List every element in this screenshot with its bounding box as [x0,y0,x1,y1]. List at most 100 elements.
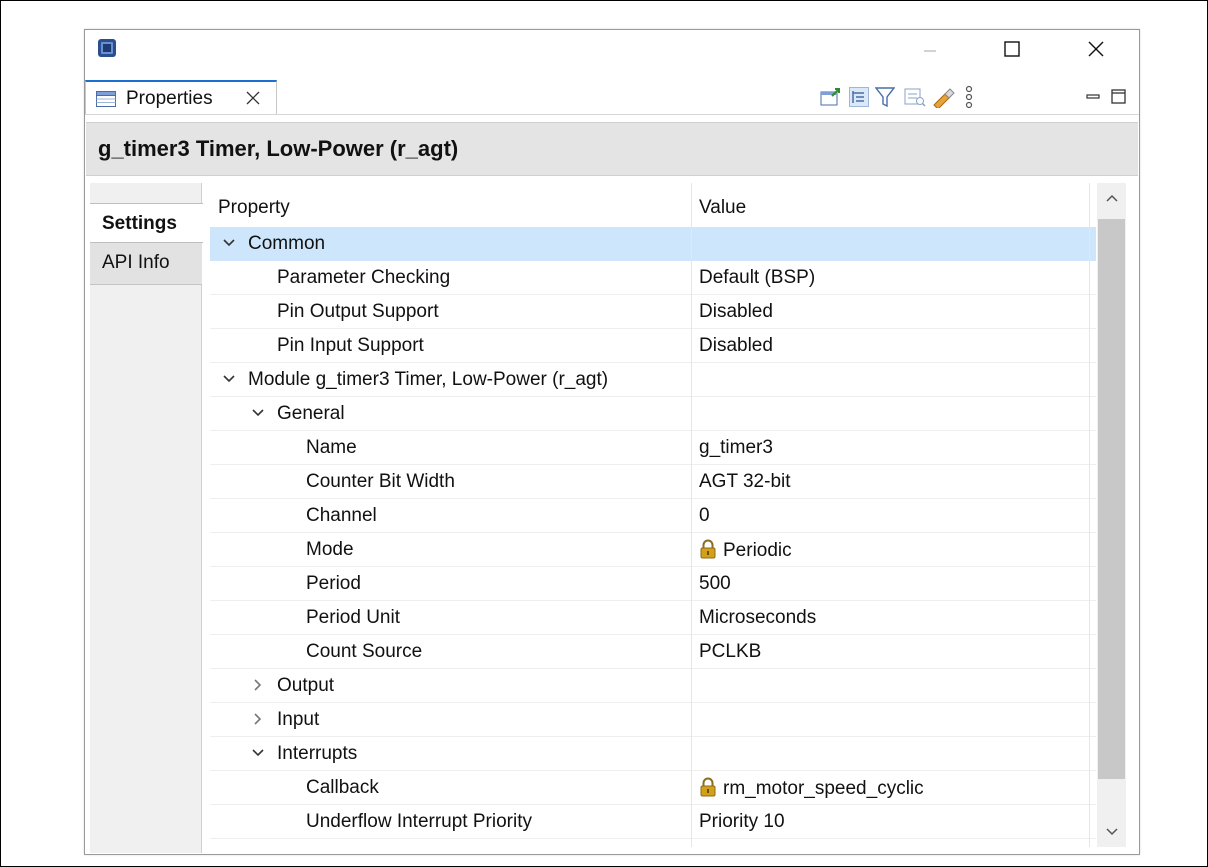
properties-table-icon [96,91,116,107]
property-value[interactable]: Disabled [699,301,773,323]
restore-default-button[interactable] [931,85,955,109]
chevron-down-icon[interactable] [251,406,265,420]
table-row[interactable]: Callback rm_motor_speed_cyclic [210,771,1096,805]
property-name: Counter Bit Width [306,471,455,492]
column-header-property-label: Property [218,197,290,218]
table-row[interactable]: General [210,397,1096,431]
column-header-value[interactable]: Value [692,183,1089,227]
table-row[interactable]: Channel 0 [210,499,1096,533]
table-row[interactable]: Pin Input Support Disabled [210,329,1096,363]
property-value-text: Default (BSP) [699,267,816,288]
scroll-up-button[interactable] [1097,183,1126,213]
chevron-down-icon[interactable] [222,236,236,250]
property-name: Underflow Interrupt Priority [306,811,532,832]
close-icon [1088,41,1104,57]
property-name: Name [306,437,357,458]
property-value[interactable]: Disabled [699,335,773,357]
tab-label: Properties [126,88,213,109]
table-row[interactable]: Parameter Checking Default (BSP) [210,261,1096,295]
maximize-view-icon [1111,89,1126,104]
property-value[interactable]: PCLKB [699,641,761,663]
show-categories-button[interactable] [847,85,871,109]
property-value[interactable]: Microseconds [699,607,816,629]
filter-button[interactable] [873,85,897,109]
tab-close-icon[interactable] [244,89,262,107]
page-title: g_timer3 Timer, Low-Power (r_agt) [98,136,459,161]
chevron-down-icon[interactable] [222,372,236,386]
chevron-down-icon[interactable] [251,746,265,760]
window-maximize-button[interactable] [997,36,1027,62]
property-name: Output [277,675,335,696]
show-categories-icon [849,87,869,107]
scrollbar-thumb[interactable] [1098,219,1125,779]
property-value[interactable]: 500 [699,573,731,595]
property-value-text: AGT 32-bit [699,471,791,492]
view-menu-button[interactable] [957,85,981,109]
property-value[interactable]: AGT 32-bit [699,471,791,493]
table-row[interactable]: Mode Periodic [210,533,1096,567]
table-row[interactable]: Common [210,227,1096,261]
property-name: Period Unit [306,607,400,628]
pin-to-selection-icon [820,88,840,106]
window-close-button[interactable] [1081,36,1111,62]
property-value-text: Periodic [723,540,792,561]
table-row[interactable]: Period 500 [210,567,1096,601]
property-value-text: Disabled [699,335,773,356]
property-value[interactable]: Default (BSP) [699,267,815,289]
table-row[interactable]: Pin Output Support Disabled [210,295,1096,329]
property-name: Parameter Checking [277,267,451,288]
table-row[interactable]: Underflow Interrupt Priority Priority 10 [210,805,1096,839]
property-value[interactable]: rm_motor_speed_cyclic [699,777,924,800]
property-value-text: rm_motor_speed_cyclic [723,778,924,799]
property-name: Mode [306,539,354,560]
maximize-icon [1004,41,1020,57]
property-value[interactable]: g_timer3 [699,437,773,459]
tab-api-info-label: API Info [102,252,170,273]
property-value-text: Microseconds [699,607,817,628]
property-name: Pin Input Support [277,335,424,356]
properties-window: Properties g_timer3 Timer, Low-Power (r_… [84,29,1140,855]
property-value-text: 0 [699,505,710,526]
pin-button[interactable] [819,85,843,109]
property-name: Interrupts [277,743,358,764]
property-name: Input [277,709,320,730]
column-divider[interactable] [691,183,692,847]
advanced-properties-button[interactable] [903,85,927,109]
column-header-property[interactable]: Property [210,183,691,227]
filter-icon [875,87,895,108]
property-value[interactable]: 0 [699,505,710,527]
property-name: Common [248,233,326,254]
properties-header: g_timer3 Timer, Low-Power (r_agt) [86,122,1138,176]
column-header-value-label: Value [699,197,747,218]
property-value[interactable]: Priority 10 [699,811,785,833]
tab-api-info[interactable]: API Info [90,243,202,285]
table-row[interactable]: Interrupts [210,737,1096,771]
advanced-properties-icon [904,88,926,107]
vertical-scrollbar[interactable] [1097,183,1126,847]
minimize-icon [924,50,936,52]
table-row[interactable]: Counter Bit Width AGT 32-bit [210,465,1096,499]
title-bar [85,30,1139,80]
scroll-down-button[interactable] [1097,817,1126,847]
side-tab-strip: Settings API Info [90,183,203,853]
tab-settings[interactable]: Settings [90,203,203,243]
table-row[interactable]: Module g_timer3 Timer, Low-Power (r_agt) [210,363,1096,397]
restore-default-icon [933,88,955,108]
table-row[interactable]: Period Unit Microseconds [210,601,1096,635]
maximize-view-button[interactable] [1107,85,1131,109]
property-tree-table: Property Value Common Parameter Checking D… [210,183,1096,847]
minimize-view-button[interactable] [1081,85,1105,109]
chevron-right-icon[interactable] [251,678,265,692]
property-name: Count Source [306,641,423,662]
window-minimize-button[interactable] [915,36,945,62]
property-name: Callback [306,777,379,798]
view-tab-bar: Properties [85,80,1139,115]
table-row[interactable]: Count Source PCLKB [210,635,1096,669]
tab-properties[interactable]: Properties [85,80,277,114]
chevron-right-icon[interactable] [251,712,265,726]
table-row[interactable]: Name g_timer3 [210,431,1096,465]
property-value[interactable]: Periodic [699,539,792,562]
table-row[interactable]: Output [210,669,1096,703]
minimize-view-icon [1086,94,1100,99]
table-row[interactable]: Input [210,703,1096,737]
